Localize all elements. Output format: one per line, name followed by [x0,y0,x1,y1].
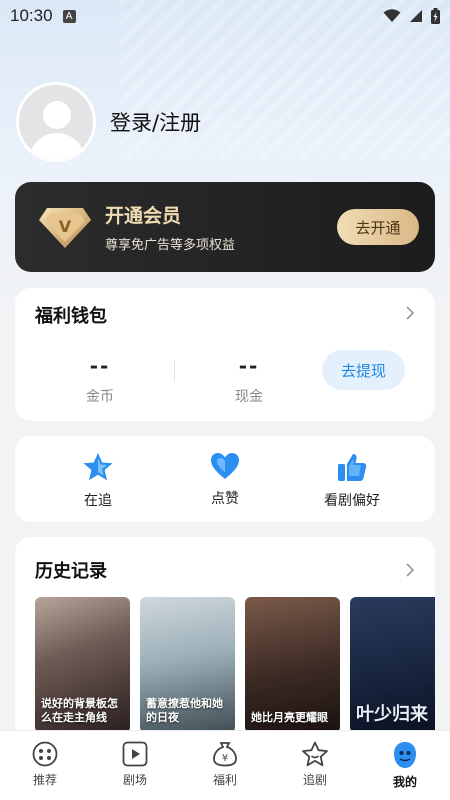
welfare-icon: ¥ [213,742,237,767]
action-preferences[interactable]: 看剧偏好 [297,452,407,510]
star-icon [83,453,113,481]
action-following[interactable]: 在追 [43,452,153,510]
action-label: 点赞 [211,491,239,507]
action-label: 在追 [84,493,112,509]
vip-subtitle: 尊享免广告等多项权益 [105,238,236,253]
cash-value: -- [238,354,260,378]
follow-icon [302,741,328,767]
tab-label: 福利 [212,773,237,787]
cash-stat: -- 现金 [189,354,309,406]
tab-label: 我的 [392,775,417,789]
status-icons [383,8,440,24]
wallet-title: 福利钱包 [35,306,107,327]
divider [174,360,175,382]
tab-mine[interactable]: 我的 [360,741,450,790]
coins-value: -- [89,354,111,378]
cash-label: 现金 [235,389,263,405]
signal-icon [410,10,422,22]
vip-banner[interactable]: V 开通会员 尊享免广告等多项权益 去开通 [15,182,435,272]
recommend-icon [32,741,58,767]
tab-label: 推荐 [32,773,57,787]
tab-theater[interactable]: 剧场 [90,741,180,788]
tab-label: 追剧 [302,773,327,787]
coins-label: 金币 [86,389,114,405]
history-poster[interactable]: 蓄意撩惹他和她的日夜 [140,597,235,733]
action-likes[interactable]: 点赞 [170,452,280,508]
vip-badge-icon: V [39,208,91,248]
tab-recommend[interactable]: 推荐 [0,741,90,788]
profile-section[interactable]: 登录/注册 [16,82,201,162]
vip-title: 开通会员 [105,205,182,227]
heart-icon [211,453,239,479]
wifi-icon [383,9,401,22]
battery-icon [431,8,440,24]
svg-text:V: V [59,217,72,236]
chevron-right-icon[interactable] [403,306,417,320]
theater-icon [122,741,148,767]
quick-actions-card: 在追 点赞 看剧偏好 [15,436,435,522]
history-posters: 说好的背景板怎么在走主角线 蓄意撩惹他和她的日夜 她比月亮更耀眼 叶少归来 [35,597,435,737]
history-poster[interactable]: 她比月亮更耀眼 [245,597,340,733]
wallet-card: 福利钱包 -- 金币 -- 现金 去提现 [15,288,435,421]
chevron-right-icon[interactable] [403,563,417,577]
withdraw-button[interactable]: 去提现 [322,350,405,390]
history-title: 历史记录 [35,561,107,582]
status-time: 10:30 [10,6,53,25]
tab-welfare[interactable]: ¥ 福利 [180,741,270,788]
history-poster[interactable]: 说好的背景板怎么在走主角线 [35,597,130,733]
tab-follow[interactable]: 追剧 [270,741,360,788]
open-vip-button[interactable]: 去开通 [337,209,419,245]
svg-text:¥: ¥ [222,753,228,764]
avatar[interactable] [16,82,96,162]
coins-stat: -- 金币 [40,354,160,406]
history-poster[interactable]: 叶少归来 [350,597,435,733]
thumbs-up-icon [338,454,367,481]
status-bar: 10:30 A [0,0,450,32]
profile-icon [394,742,416,768]
tab-label: 剧场 [122,773,147,787]
bottom-tab-bar: 推荐 剧场 ¥ 福利 追剧 我的 [0,730,450,800]
login-register-link[interactable]: 登录/注册 [110,107,201,137]
action-label: 看剧偏好 [324,493,380,509]
notification-icon: A [62,9,76,23]
